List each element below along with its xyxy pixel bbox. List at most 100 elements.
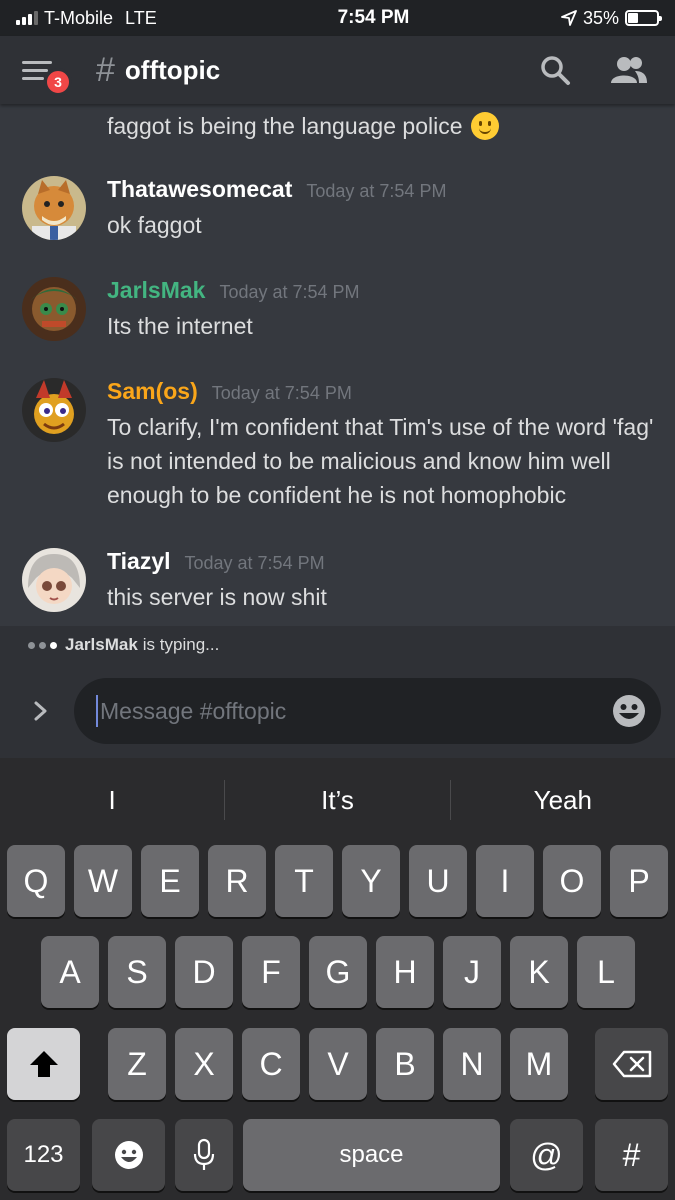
key-x[interactable]: X <box>175 1028 233 1100</box>
menu-icon <box>22 60 52 64</box>
hash-key[interactable]: # <box>595 1119 668 1191</box>
message-input-wrapper[interactable] <box>74 678 661 744</box>
avatar[interactable] <box>22 277 86 341</box>
timestamp: Today at 7:54 PM <box>184 553 325 573</box>
message-header: JarlsMak Today at 7:54 PM <box>107 277 667 309</box>
members-icon <box>611 57 647 83</box>
battery-fill <box>628 13 638 23</box>
message-list[interactable]: faggot is being the language police That… <box>0 104 675 626</box>
key-k[interactable]: K <box>510 936 568 1008</box>
typing-suffix: is typing... <box>142 635 220 654</box>
author-name[interactable]: Sam(os) <box>107 378 198 405</box>
battery-percent: 35% <box>582 7 619 28</box>
menu-icon-line <box>22 68 48 72</box>
microphone-icon <box>193 1138 215 1170</box>
notification-badge: 3 <box>44 68 72 96</box>
message-text: this server is now shit <box>107 584 327 610</box>
status-bar: T-Mobile LTE 7:54 PM 35% <box>0 0 675 36</box>
members-button[interactable] <box>605 46 653 94</box>
key-t[interactable]: T <box>275 845 333 917</box>
key-f[interactable]: F <box>242 936 300 1008</box>
typing-indicator: JarlsMak is typing... <box>0 626 675 664</box>
message-text: Its the internet <box>107 313 253 339</box>
key-w[interactable]: W <box>74 845 132 917</box>
message-input[interactable] <box>100 697 611 725</box>
location-arrow-icon <box>561 10 577 26</box>
timestamp: Today at 7:54 PM <box>306 181 447 201</box>
key-e[interactable]: E <box>141 845 199 917</box>
shift-key[interactable] <box>7 1028 80 1100</box>
message-text: faggot is being the language police <box>107 112 463 139</box>
suggestion-item[interactable]: Yeah <box>451 785 675 816</box>
battery-icon <box>625 10 662 26</box>
search-icon <box>541 56 570 85</box>
at-key[interactable]: @ <box>510 1119 583 1191</box>
menu-button[interactable]: 3 <box>22 48 72 96</box>
avatar[interactable] <box>22 548 86 612</box>
key-z[interactable]: Z <box>108 1028 166 1100</box>
key-h[interactable]: H <box>376 936 434 1008</box>
emoji-picker-icon[interactable] <box>611 693 647 729</box>
key-u[interactable]: U <box>409 845 467 917</box>
message-body: Tiazyl Today at 7:54 PM this server is n… <box>107 548 667 614</box>
avatar[interactable] <box>22 378 86 442</box>
key-b[interactable]: B <box>376 1028 434 1100</box>
typing-user: JarlsMak <box>65 635 138 654</box>
key-q[interactable]: Q <box>7 845 65 917</box>
key-v[interactable]: V <box>309 1028 367 1100</box>
key-m[interactable]: M <box>510 1028 568 1100</box>
key-c[interactable]: C <box>242 1028 300 1100</box>
hash-icon: # <box>96 51 115 89</box>
key-r[interactable]: R <box>208 845 266 917</box>
search-button[interactable] <box>531 46 579 94</box>
emoji-icon <box>114 1141 143 1169</box>
predictive-bar: I It’s Yeah <box>0 758 675 842</box>
message-body: Thatawesomecat Today at 7:54 PM ok faggo… <box>107 176 667 242</box>
author-name[interactable]: Thatawesomecat <box>107 176 292 203</box>
typing-dots-icon <box>28 641 57 649</box>
clock: 7:54 PM <box>337 7 410 28</box>
carrier-label: T-Mobile <box>44 7 114 28</box>
message-composer <box>0 664 675 758</box>
expand-button[interactable] <box>26 700 56 722</box>
menu-icon-line <box>22 76 44 80</box>
message-body: Sam(os) Today at 7:54 PM To clarify, I'm… <box>107 378 667 512</box>
text-caret <box>96 695 98 727</box>
emoji-key[interactable] <box>92 1119 165 1191</box>
message-body: JarlsMak Today at 7:54 PM Its the intern… <box>107 277 667 343</box>
author-name[interactable]: JarlsMak <box>107 277 205 304</box>
key-p[interactable]: P <box>610 845 668 917</box>
key-j[interactable]: J <box>443 936 501 1008</box>
avatar[interactable] <box>22 176 86 240</box>
key-d[interactable]: D <box>175 936 233 1008</box>
timestamp: Today at 7:54 PM <box>219 282 360 302</box>
space-key[interactable]: space <box>243 1119 500 1191</box>
chevron-right-icon <box>34 701 47 721</box>
network-label: LTE <box>125 7 157 28</box>
message-text: ok faggot <box>107 212 202 238</box>
key-l[interactable]: L <box>577 936 635 1008</box>
suggestion-item[interactable]: It’s <box>225 785 449 816</box>
dictation-key[interactable] <box>175 1119 233 1191</box>
key-y[interactable]: Y <box>342 845 400 917</box>
message-text: To clarify, I'm confident that Tim's use… <box>107 414 654 508</box>
channel-title: offtopic <box>124 54 221 85</box>
key-a[interactable]: A <box>41 936 99 1008</box>
key-g[interactable]: G <box>309 936 367 1008</box>
shift-arrow-icon <box>29 1051 58 1077</box>
delete-key[interactable] <box>595 1028 668 1100</box>
status-right: 35% <box>561 7 662 29</box>
message-continuation: faggot is being the language police <box>107 112 499 140</box>
slightly-smiling-emoji-icon <box>470 112 499 140</box>
key-n[interactable]: N <box>443 1028 501 1100</box>
status-left: T-Mobile LTE <box>16 8 266 29</box>
numbers-key[interactable]: 123 <box>7 1119 80 1191</box>
key-s[interactable]: S <box>108 936 166 1008</box>
key-i[interactable]: I <box>476 845 534 917</box>
suggestion-item[interactable]: I <box>0 785 224 816</box>
author-name[interactable]: Tiazyl <box>107 548 171 575</box>
channel-header: 3 # offtopic <box>0 36 675 104</box>
onscreen-keyboard: I It’s Yeah Q W E R T Y U I O P A S D F G H J K L Z X C V B N M 12… <box>0 758 675 1200</box>
key-o[interactable]: O <box>543 845 601 917</box>
signal-icon <box>16 11 38 25</box>
